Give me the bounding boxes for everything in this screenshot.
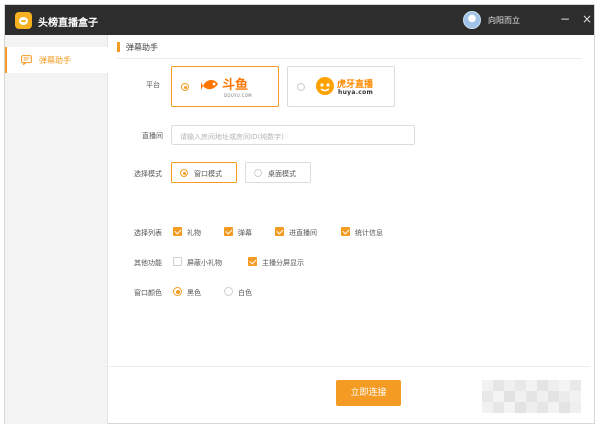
title-bar: 头榜直播盒子 向阳而立 − × <box>5 5 594 35</box>
platform-option-douyu[interactable]: 斗鱼 DOUYU.COM <box>171 66 279 107</box>
platform-label: 平台 <box>146 81 160 89</box>
minimize-button[interactable]: − <box>557 11 573 27</box>
section-accent-bar <box>117 42 120 52</box>
desktop-mode-label: 桌面模式 <box>268 170 296 178</box>
douyu-radio[interactable] <box>181 83 189 91</box>
username[interactable]: 向阳而立 <box>488 15 520 26</box>
app-logo-icon <box>15 12 32 29</box>
color-label: 窗口颜色 <box>134 289 162 297</box>
stats-checkbox[interactable] <box>341 227 350 236</box>
huya-radio[interactable] <box>297 83 305 91</box>
sidebar-item-label: 弹幕助手 <box>39 56 71 65</box>
room-url-input[interactable]: 请输入房间地址或房间ID(纯数字) <box>171 125 415 145</box>
douyu-fish-icon <box>201 80 218 90</box>
gift-label: 礼物 <box>187 229 201 237</box>
stats-label: 统计信息 <box>355 229 383 237</box>
section-divider <box>117 58 582 59</box>
huya-tiger-icon <box>316 77 334 95</box>
window-mode-label: 窗口模式 <box>194 170 222 178</box>
douyu-name: 斗鱼 <box>222 78 249 93</box>
sidebar-item-danmaku[interactable]: 弹幕助手 <box>5 47 108 73</box>
black-color-label: 黑色 <box>187 289 201 297</box>
section-title: 弹幕助手 <box>126 43 158 52</box>
room-label: 直播间 <box>142 132 163 140</box>
close-button[interactable]: × <box>579 11 595 27</box>
enter-room-label: 进直播间 <box>289 229 317 237</box>
block-small-gift-label: 屏蔽小礼物 <box>187 259 222 267</box>
white-color-radio[interactable] <box>224 287 233 296</box>
connect-button[interactable]: 立即连接 <box>336 380 401 406</box>
danmaku-icon <box>21 55 32 65</box>
platform-option-huya[interactable]: 虎牙直播 huya.com <box>287 66 395 107</box>
huya-domain: huya.com <box>338 89 374 96</box>
window-mode-radio[interactable] <box>180 169 188 177</box>
mode-option-window[interactable]: 窗口模式 <box>171 162 237 183</box>
sidebar: 弹幕助手 <box>5 35 108 424</box>
huya-logo: 虎牙直播 huya.com <box>314 73 390 101</box>
block-small-gift-checkbox[interactable] <box>173 257 182 266</box>
app-title: 头榜直播盒子 <box>38 18 98 29</box>
mode-label: 选择模式 <box>134 170 162 178</box>
split-screen-checkbox[interactable] <box>248 257 257 266</box>
douyu-logo: 斗鱼 DOUYU.COM <box>198 73 274 101</box>
list-label: 选择列表 <box>134 229 162 237</box>
other-label: 其他功能 <box>134 259 162 267</box>
danmaku-checkbox[interactable] <box>224 227 233 236</box>
enter-room-checkbox[interactable] <box>275 227 284 236</box>
footer-divider <box>104 366 590 367</box>
douyu-domain: DOUYU.COM <box>224 93 252 98</box>
split-screen-label: 主播分屏显示 <box>262 259 304 267</box>
watermark-mosaic <box>474 376 589 421</box>
danmaku-label: 弹幕 <box>238 229 252 237</box>
desktop-mode-radio[interactable] <box>254 169 262 177</box>
black-color-radio[interactable] <box>173 287 182 296</box>
user-avatar[interactable] <box>463 11 481 29</box>
white-color-label: 白色 <box>238 289 252 297</box>
mode-option-desktop[interactable]: 桌面模式 <box>245 162 311 183</box>
gift-checkbox[interactable] <box>173 227 182 236</box>
